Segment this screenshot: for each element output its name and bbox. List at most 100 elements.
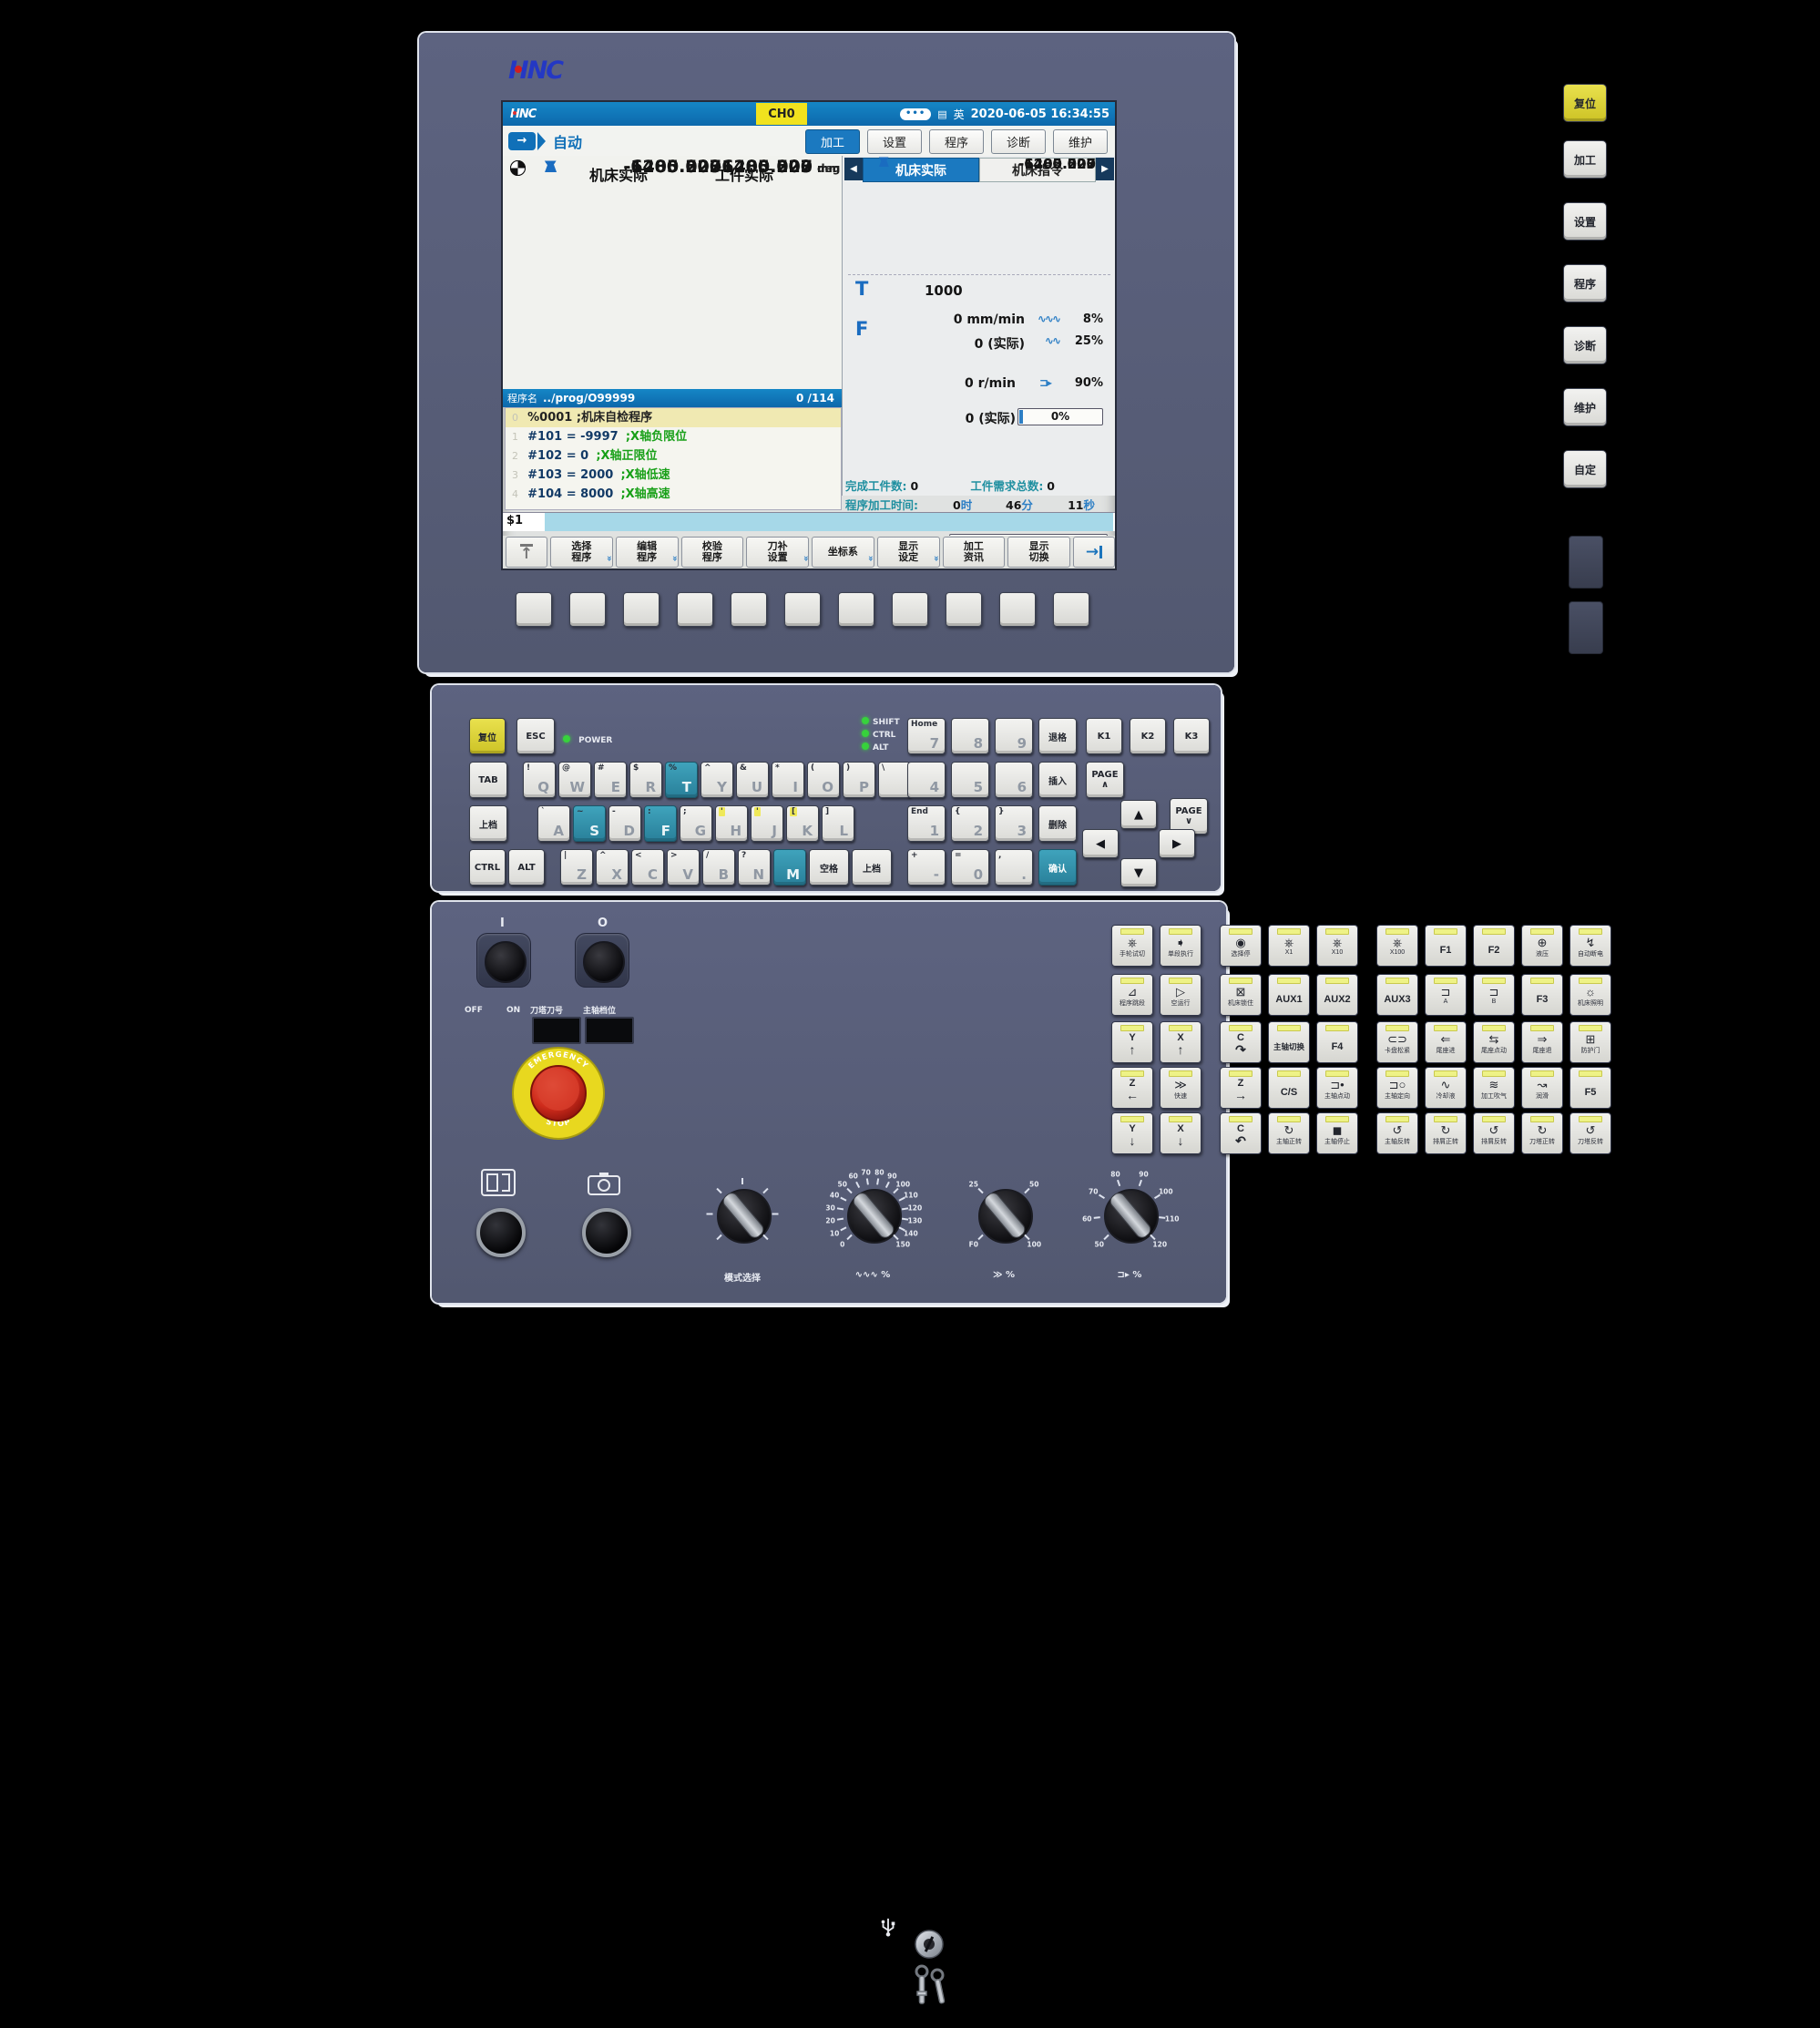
panel-button[interactable]: F3 (1521, 974, 1563, 1016)
side-function-key[interactable]: 设置 (1563, 202, 1607, 241)
panel-button[interactable]: ⎈ X1 (1268, 925, 1310, 967)
softkey-button[interactable]: 显示 设定 » (877, 537, 940, 568)
letter-key[interactable]: >V (667, 849, 700, 886)
program-line[interactable]: 3 #103 = 2000 ;X轴低速 (506, 466, 841, 485)
panel-button[interactable]: ⎈ X100 (1376, 925, 1418, 967)
panel-button[interactable]: ⊐ B (1473, 974, 1515, 1016)
letter-key[interactable]: !Q (523, 762, 556, 798)
side-blank-key[interactable] (1569, 536, 1603, 589)
softkey-button[interactable]: 显示 切换 » (1007, 537, 1070, 568)
panel-button[interactable]: 主轴切换 (1268, 1021, 1310, 1063)
camera-button[interactable] (582, 1208, 631, 1257)
panel-button[interactable]: ⇒ 尾座退 (1521, 1021, 1563, 1063)
screen-tab[interactable]: 程序 (929, 129, 984, 154)
panel-button[interactable]: ≫ 快速 (1160, 1067, 1201, 1109)
letter-key[interactable]: @W (558, 762, 591, 798)
feed-override-knob[interactable]: 0102030405060708090100110120130140150 (827, 1169, 918, 1260)
numpad-key[interactable]: 5 (951, 762, 989, 798)
panel-button[interactable]: ↺ 主轴反转 (1376, 1112, 1418, 1154)
numpad-key[interactable]: 确认 (1038, 849, 1077, 886)
screen-tab[interactable]: 维护 (1053, 129, 1108, 154)
panel-button[interactable]: C/S (1268, 1067, 1310, 1109)
numpad-key[interactable]: {2 (951, 805, 989, 842)
blank-softkey[interactable] (838, 592, 874, 627)
screen-tab[interactable]: 诊断 (991, 129, 1046, 154)
panel-button[interactable]: ↝ 润滑 (1521, 1067, 1563, 1109)
alt-key[interactable]: ALT (508, 849, 545, 886)
panel-button[interactable]: C ↶ (1220, 1112, 1262, 1154)
arrow-up-key[interactable]: ▲ (1120, 800, 1157, 829)
softkey-button[interactable]: 选择 程序 » (550, 537, 613, 568)
panel-button[interactable]: F2 (1473, 925, 1515, 967)
blank-softkey[interactable] (623, 592, 659, 627)
letter-key[interactable]: /B (702, 849, 735, 886)
panel-button[interactable]: AUX3 (1376, 974, 1418, 1016)
softkey-button[interactable]: 校验 程序 » (681, 537, 744, 568)
program-line[interactable]: 2 #102 = 0 ;X轴正限位 (506, 446, 841, 466)
power-on-button[interactable] (485, 941, 527, 983)
numpad-key[interactable]: 退格 (1038, 718, 1077, 754)
program-listing[interactable]: 0 %0001 ;机床自检程序 1 #101 = -9997 ;X轴负限位 2 (505, 407, 842, 510)
side-function-key[interactable]: 程序 (1563, 264, 1607, 302)
panel-button[interactable]: ⊠ 机床锁住 (1220, 974, 1262, 1016)
k-key[interactable]: K3 (1173, 718, 1210, 754)
panel-button[interactable]: AUX2 (1316, 974, 1358, 1016)
panel-button[interactable]: F5 (1569, 1067, 1611, 1109)
power-off-button[interactable] (583, 941, 625, 983)
panel-button[interactable]: ◉ 选择停 (1220, 925, 1262, 967)
page-up-key[interactable]: PAGE∧ (1086, 762, 1124, 798)
blank-softkey[interactable] (784, 592, 821, 627)
k-key[interactable]: K2 (1130, 718, 1166, 754)
numpad-key[interactable]: 8 (951, 718, 989, 754)
letter-key[interactable]: M (773, 849, 806, 886)
letter-key[interactable]: ;G (680, 805, 712, 842)
numpad-key[interactable]: 4 (907, 762, 946, 798)
panel-button[interactable]: ∿ 冷却液 (1425, 1067, 1467, 1109)
rapid-override-knob[interactable]: F02550100 (958, 1169, 1049, 1260)
panel-button[interactable]: ⊐ A (1425, 974, 1467, 1016)
letter-key[interactable]: [K (786, 805, 819, 842)
side-function-key[interactable]: 维护 (1563, 388, 1607, 426)
panel-button[interactable]: ⎈ 手轮试切 (1111, 925, 1153, 967)
side-function-key[interactable]: 诊断 (1563, 326, 1607, 364)
softkey-button[interactable]: 坐标系 » (812, 537, 874, 568)
numpad-key[interactable]: 插入 (1038, 762, 1077, 798)
letter-key[interactable]: |Z (560, 849, 593, 886)
softkey-return-button[interactable]: ↑ (506, 537, 547, 568)
panel-button[interactable]: F1 (1425, 925, 1467, 967)
panel-button[interactable]: Y ↑ (1111, 1021, 1153, 1063)
program-line[interactable]: 0 %0001 ;机床自检程序 (506, 408, 841, 427)
letter-key[interactable]: ?N (738, 849, 771, 886)
panel-button[interactable]: F4 (1316, 1021, 1358, 1063)
esc-key[interactable]: ESC (516, 718, 555, 754)
panel-button[interactable]: ⇆ 尾座点动 (1473, 1021, 1515, 1063)
panel-button[interactable]: ↯ 自动断电 (1569, 925, 1611, 967)
blank-softkey[interactable] (946, 592, 982, 627)
letter-key[interactable]: `A (537, 805, 570, 842)
side-function-key[interactable]: 自定 (1563, 450, 1607, 488)
letter-key[interactable]: 'H (715, 805, 748, 842)
panel-button[interactable]: ▷ 空运行 (1160, 974, 1201, 1016)
screen-tab[interactable]: 设置 (867, 129, 922, 154)
letter-key[interactable]: %T (665, 762, 698, 798)
panel-button[interactable]: ◼ 主轴停止 (1316, 1112, 1358, 1154)
letter-key[interactable]: :F (644, 805, 677, 842)
panel-button[interactable]: ⊕ 液压 (1521, 925, 1563, 967)
letter-key[interactable]: ]L (822, 805, 854, 842)
shift-key[interactable]: 上档 (469, 805, 507, 842)
panel-button[interactable]: X ↓ (1160, 1112, 1201, 1154)
blank-softkey[interactable] (516, 592, 552, 627)
panel-button[interactable]: Z → (1220, 1067, 1262, 1109)
panel-button[interactable]: ≋ 加工吹气 (1473, 1067, 1515, 1109)
blank-softkey[interactable] (999, 592, 1036, 627)
letter-key[interactable]: <C (631, 849, 664, 886)
blank-softkey[interactable] (1053, 592, 1089, 627)
program-line[interactable]: 1 #101 = -9997 ;X轴负限位 (506, 427, 841, 446)
panel-button[interactable]: ⊂⊃ 卡盘松紧 (1376, 1021, 1418, 1063)
side-function-key[interactable]: 加工 (1563, 140, 1607, 179)
letter-key[interactable]: $R (629, 762, 662, 798)
letter-key[interactable]: 'J (751, 805, 783, 842)
language-indicator[interactable]: 英 (954, 107, 965, 122)
numpad-key[interactable]: }3 (995, 805, 1033, 842)
door-button[interactable] (476, 1208, 526, 1257)
